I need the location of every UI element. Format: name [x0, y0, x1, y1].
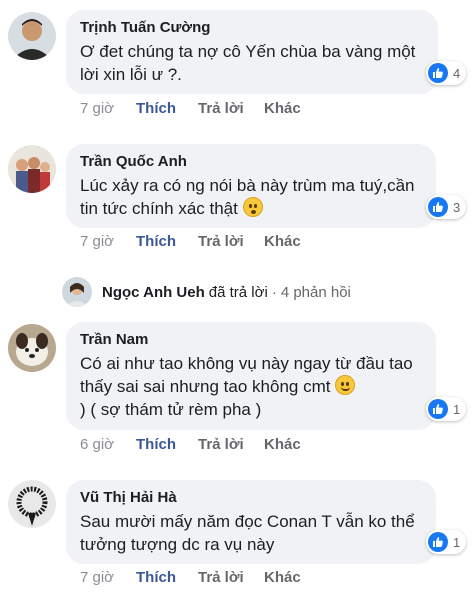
like-count: 3	[453, 199, 461, 215]
separator-dot: ·	[271, 283, 277, 301]
reaction-badge[interactable]: 1	[426, 397, 467, 421]
timestamp[interactable]: 7 giờ	[80, 100, 136, 117]
comment-author[interactable]: Vũ Thị Hải Hà	[80, 488, 422, 508]
like-link[interactable]: Thích	[136, 569, 198, 586]
like-count: 4	[453, 65, 461, 81]
reply-link[interactable]: Trả lời	[198, 436, 264, 453]
comment-text: Ơ đet chúng ta nợ cô Yến chùa ba vàng mộ…	[80, 42, 416, 84]
avatar	[62, 277, 92, 307]
comment-actions: 7 giờ Thích Trả lời Khác	[80, 569, 301, 586]
more-link[interactable]: Khác	[264, 436, 301, 453]
like-count: 1	[453, 401, 461, 417]
comment-text: Có ai như tao không vụ này ngay từ đầu t…	[80, 354, 413, 419]
reply-verb: đã trả lời	[208, 283, 268, 301]
comment-actions: 7 giờ Thích Trả lời Khác	[80, 100, 301, 117]
like-icon	[428, 63, 448, 83]
comment-bubble: Trần Nam Có ai như tao không vụ này ngay…	[66, 322, 436, 430]
avatar[interactable]	[8, 324, 56, 372]
comment-author[interactable]: Trịnh Tuấn Cường	[80, 18, 424, 38]
timestamp[interactable]: 6 giờ	[80, 436, 136, 453]
reaction-badge[interactable]: 4	[426, 61, 467, 85]
comment-text: Lúc xảy ra có ng nói bà này trùm ma tuý,…	[80, 176, 415, 218]
comment-text: Sau mười mấy năm đọc Conan T vẫn ko thể …	[80, 512, 415, 554]
avatar[interactable]	[8, 12, 56, 60]
more-link[interactable]: Khác	[264, 233, 301, 250]
smile-emoji-icon	[335, 375, 356, 395]
like-count: 1	[453, 534, 461, 550]
comment-bubble: Vũ Thị Hải Hà Sau mười mấy năm đọc Conan…	[66, 480, 436, 564]
reaction-badge[interactable]: 3	[426, 195, 467, 219]
comment-bubble: Trần Quốc Anh Lúc xảy ra có ng nói bà nà…	[66, 144, 436, 228]
view-replies-row[interactable]: Ngọc Anh Ueh đã trả lời · 4 phản hồi	[62, 277, 351, 307]
comment-bubble: Trịnh Tuấn Cường Ơ đet chúng ta nợ cô Yế…	[66, 10, 438, 94]
reply-link[interactable]: Trả lời	[198, 569, 264, 586]
like-icon	[428, 532, 448, 552]
more-link[interactable]: Khác	[264, 100, 301, 117]
timestamp[interactable]: 7 giờ	[80, 569, 136, 586]
like-link[interactable]: Thích	[136, 436, 198, 453]
like-icon	[428, 399, 448, 419]
comment-actions: 7 giờ Thích Trả lời Khác	[80, 233, 301, 250]
reaction-badge[interactable]: 1	[426, 530, 467, 554]
comment-actions: 6 giờ Thích Trả lời Khác	[80, 436, 301, 453]
comment-author[interactable]: Trần Nam	[80, 330, 422, 350]
comment-author[interactable]: Trần Quốc Anh	[80, 152, 422, 172]
timestamp[interactable]: 7 giờ	[80, 233, 136, 250]
reply-author[interactable]: Ngọc Anh Ueh	[102, 284, 205, 301]
more-link[interactable]: Khác	[264, 569, 301, 586]
reply-link[interactable]: Trả lời	[198, 233, 264, 250]
like-link[interactable]: Thích	[136, 233, 198, 250]
flushed-emoji-icon	[242, 197, 263, 217]
avatar[interactable]	[8, 145, 56, 193]
like-link[interactable]: Thích	[136, 100, 198, 117]
reply-count[interactable]: 4 phản hồi	[281, 284, 351, 301]
avatar[interactable]	[8, 480, 56, 528]
like-icon	[428, 197, 448, 217]
reply-link[interactable]: Trả lời	[198, 100, 264, 117]
